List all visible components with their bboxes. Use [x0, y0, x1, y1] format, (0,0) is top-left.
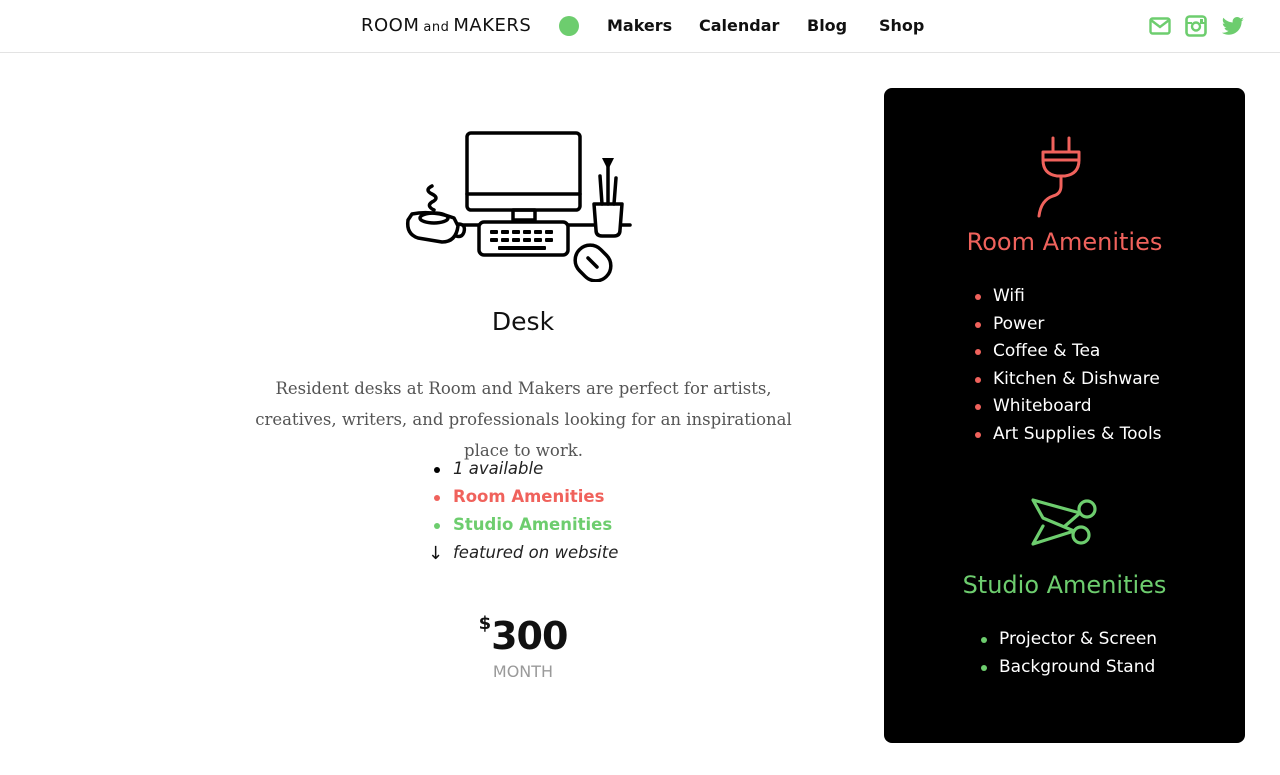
scissors-icon	[1029, 496, 1101, 548]
list-item: Power	[975, 311, 1162, 339]
list-item: Art Supplies & Tools	[975, 421, 1162, 449]
desk-computer-icon	[400, 126, 636, 283]
nav-calendar[interactable]: Calendar	[699, 16, 779, 35]
price-currency: $	[478, 613, 492, 634]
studio-amenities-link[interactable]: Studio Amenities	[453, 515, 612, 534]
price-amount: 300	[491, 614, 568, 658]
bullet	[434, 495, 440, 501]
list-item: Coffee & Tea	[975, 338, 1162, 366]
amenities-panel: Room Amenities Wifi Power Coffee & Tea K…	[884, 88, 1245, 743]
room-amenities-link[interactable]: Room Amenities	[453, 487, 604, 506]
list-item: ↓ featured on website	[428, 540, 618, 568]
instagram-icon[interactable]	[1184, 14, 1208, 38]
list-item: Kitchen & Dishware	[975, 366, 1162, 394]
arrow-down-icon: ↓	[428, 543, 444, 564]
list-item: 1 available	[428, 456, 618, 484]
studio-amenities-title: Studio Amenities	[962, 571, 1167, 599]
feature-list: 1 available Room Amenities Studio Amenit…	[428, 456, 618, 568]
listing-description: Resident desks at Room and Makers are pe…	[255, 379, 792, 460]
listing-title: Desk	[491, 307, 555, 336]
nav-shop[interactable]: Shop	[879, 16, 924, 35]
room-amenities-title: Room Amenities	[966, 228, 1163, 256]
bullet	[434, 523, 440, 529]
list-item: Wifi	[975, 283, 1162, 311]
price: $300	[423, 613, 623, 658]
list-item[interactable]: Studio Amenities	[428, 512, 618, 540]
availability-text: 1 available	[453, 459, 544, 478]
bullet	[434, 467, 440, 473]
list-item: Background Stand	[981, 654, 1157, 682]
brand-makers: MAKERS	[453, 15, 532, 36]
list-item: Whiteboard	[975, 393, 1162, 421]
twitter-icon[interactable]	[1221, 14, 1245, 38]
plug-icon	[1031, 134, 1091, 218]
nav-makers[interactable]: Makers	[607, 16, 672, 35]
list-item: Projector & Screen	[981, 626, 1157, 654]
top-navbar: ROOM and MAKERS Makers Calendar Blog Shop	[0, 0, 1280, 53]
mail-icon[interactable]	[1148, 14, 1172, 38]
studio-amenities-list: Projector & Screen Background Stand	[981, 626, 1157, 681]
brand-and: and	[423, 20, 450, 35]
list-item[interactable]: Room Amenities	[428, 484, 618, 512]
nav-blog[interactable]: Blog	[807, 16, 847, 35]
brand-room: ROOM	[361, 15, 420, 36]
room-amenities-list: Wifi Power Coffee & Tea Kitchen & Dishwa…	[975, 283, 1162, 448]
price-period: MONTH	[492, 662, 554, 681]
status-dot	[559, 16, 579, 36]
brand-logo[interactable]: ROOM and MAKERS	[361, 15, 531, 36]
featured-text: featured on website	[453, 543, 619, 562]
